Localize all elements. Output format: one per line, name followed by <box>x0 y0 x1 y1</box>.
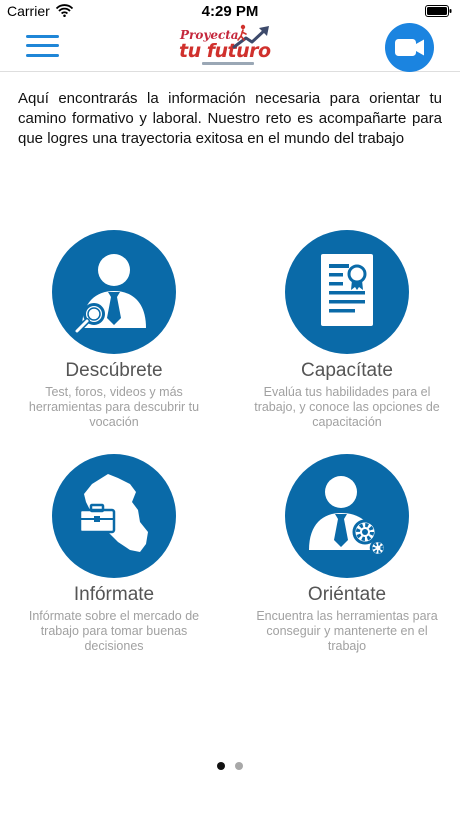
tile-informate[interactable]: Infórmate Infórmate sobre el mercado de … <box>9 454 219 654</box>
tile-description: Evalúa tus habilidades para el trabajo, … <box>254 385 440 429</box>
person-search-icon <box>52 230 176 354</box>
page-dot-active[interactable] <box>217 762 225 770</box>
tile-title: Oriéntate <box>307 584 387 605</box>
battery-icon <box>425 5 452 17</box>
certificate-icon <box>285 230 409 354</box>
tile-description: Infórmate sobre el mercado de trabajo pa… <box>28 609 200 653</box>
logo-tagline-mark <box>202 62 254 65</box>
app-logo: Proyecta tu futuro <box>178 23 272 71</box>
status-time: 4:29 PM <box>201 3 259 20</box>
tile-orientate[interactable]: Oriéntate Encuentra las herramientas par… <box>242 454 452 654</box>
tile-description: Test, foros, videos y más herramientas p… <box>28 385 200 429</box>
map-briefcase-icon <box>52 454 176 578</box>
tile-description: Encuentra las herramientas para consegui… <box>256 609 438 653</box>
tile-title: Capacítate <box>301 360 393 381</box>
video-call-button[interactable] <box>385 23 434 72</box>
tile-descubrete[interactable]: Descúbrete Test, foros, videos y más her… <box>9 230 219 430</box>
page-dot-inactive[interactable] <box>235 762 243 770</box>
tile-capacitate[interactable]: Capacítate Evalúa tus habilidades para e… <box>242 230 452 430</box>
status-bar: Carrier 4:29 PM <box>0 0 460 22</box>
tile-title: Descúbrete <box>65 360 163 381</box>
video-camera-icon <box>395 39 424 56</box>
hamburger-menu-icon[interactable] <box>26 34 59 58</box>
nav-bar: Proyecta tu futuro <box>0 22 460 72</box>
person-gears-icon <box>285 454 409 578</box>
page-indicator[interactable] <box>0 757 460 770</box>
intro-text: Aquí encontrarás la información necesari… <box>18 90 442 147</box>
logo-arrow-icon <box>232 24 269 49</box>
tile-title: Infórmate <box>73 584 155 605</box>
